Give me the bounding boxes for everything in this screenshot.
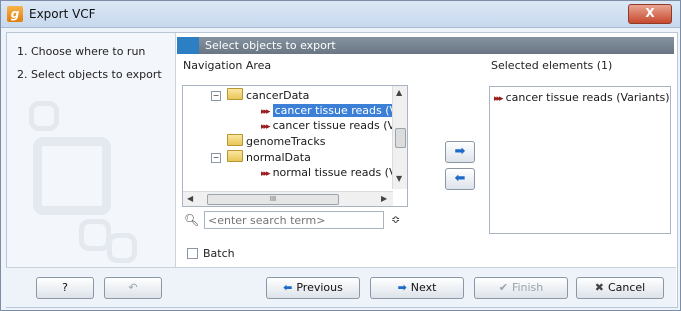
variant-track-icon: ▸▸▸ bbox=[261, 169, 270, 179]
scroll-thumb[interactable]: III bbox=[207, 194, 339, 205]
finish-button[interactable]: ✔ Finish bbox=[474, 277, 568, 299]
folder-icon bbox=[227, 88, 243, 100]
variant-track-icon: ▸▸▸ bbox=[494, 94, 503, 104]
tree-item-genometracks[interactable]: genomeTracks bbox=[227, 134, 325, 149]
batch-checkbox[interactable] bbox=[187, 248, 198, 259]
cancel-button-label: Cancel bbox=[607, 281, 646, 294]
decorative-square bbox=[29, 101, 59, 131]
scroll-right-icon[interactable]: ▶ bbox=[381, 194, 387, 203]
step-select-objects: 2. Select objects to export bbox=[17, 68, 162, 81]
tree-item-cancerdata[interactable]: − cancerData bbox=[211, 88, 310, 103]
navigation-area-label: Navigation Area bbox=[183, 59, 272, 72]
scroll-down-icon[interactable]: ▼ bbox=[396, 174, 402, 183]
tree-item-normal-reads[interactable]: ▸▸▸ normal tissue reads (Varia bbox=[261, 165, 408, 180]
previous-button[interactable]: ⬅ Previous bbox=[266, 277, 360, 299]
search-icon[interactable]: 🔍︎ bbox=[184, 213, 199, 227]
export-vcf-dialog: g Export VCF X 1. Choose where to run 2.… bbox=[0, 0, 681, 311]
panel-header-title: Select objects to export bbox=[205, 39, 336, 52]
selected-item[interactable]: ▸▸▸ cancer tissue reads (Variants) bbox=[494, 90, 670, 105]
decorative-square bbox=[79, 219, 111, 251]
cancel-button[interactable]: ✖ Cancel bbox=[576, 277, 664, 299]
search-input[interactable] bbox=[204, 211, 384, 229]
panel-header-accent bbox=[177, 37, 199, 54]
variant-track-icon: ▸▸▸ bbox=[261, 122, 270, 132]
scroll-thumb[interactable] bbox=[395, 128, 406, 148]
add-to-selected-button[interactable]: ➡ bbox=[445, 141, 475, 163]
tree-vertical-scrollbar[interactable]: ▲ ▼ bbox=[392, 86, 407, 189]
folder-icon bbox=[227, 150, 243, 162]
next-button-label: Next bbox=[410, 281, 437, 294]
panel-header: Select objects to export bbox=[177, 37, 674, 54]
step-choose-where-to-run: 1. Choose where to run bbox=[17, 45, 146, 58]
tree-item-label: normal tissue reads (Varia bbox=[272, 166, 408, 179]
dialog-footer: ? ↶ ⬅ Previous ➡ Next ✔ Finish ✖ Cancel bbox=[6, 267, 676, 307]
tree-item-label: genomeTracks bbox=[246, 135, 326, 148]
folder-icon bbox=[227, 134, 243, 146]
selected-item-label: cancer tissue reads (Variants) bbox=[505, 91, 670, 104]
collapse-icon[interactable]: − bbox=[211, 153, 221, 163]
wizard-steps-panel: 1. Choose where to run 2. Select objects… bbox=[7, 33, 176, 267]
check-icon: ✔ bbox=[498, 281, 508, 294]
decorative-square bbox=[33, 137, 111, 215]
tree-item-label: cancerData bbox=[246, 89, 310, 102]
tree-item-cancer-reads-1[interactable]: ▸▸▸ cancer tissue reads (Varia bbox=[261, 103, 407, 118]
clc-logo-icon: g bbox=[7, 6, 23, 22]
batch-label: Batch bbox=[203, 247, 235, 260]
decorative-square bbox=[107, 233, 137, 263]
search-bar: 🔍︎ ≎ bbox=[182, 211, 406, 231]
tree-item-label: normalData bbox=[246, 151, 311, 164]
selected-elements-list[interactable]: ▸▸▸ cancer tissue reads (Variants) bbox=[489, 86, 671, 234]
previous-button-label: Previous bbox=[296, 281, 343, 294]
window-title: Export VCF bbox=[29, 7, 96, 21]
tree-item-normaldata[interactable]: − normalData bbox=[211, 150, 311, 165]
navigation-tree[interactable]: − cancerData ▸▸▸ cancer tissue reads (Var… bbox=[182, 85, 408, 207]
tree-horizontal-scrollbar[interactable]: ◀ III ▶ bbox=[183, 191, 393, 206]
title-bar: g Export VCF X bbox=[1, 1, 680, 28]
next-button[interactable]: ➡ Next bbox=[370, 277, 464, 299]
collapse-all-icon[interactable]: ≎ bbox=[391, 213, 400, 226]
tree-item-label: cancer tissue reads (Varia bbox=[272, 119, 408, 132]
arrow-right-icon: ➡ bbox=[397, 281, 407, 294]
close-button[interactable]: X bbox=[628, 4, 672, 24]
arrow-left-icon: ⬅ bbox=[283, 281, 293, 294]
remove-from-selected-button[interactable]: ⬅ bbox=[445, 168, 475, 190]
restore-icon: ↶ bbox=[128, 281, 138, 294]
help-button[interactable]: ? bbox=[36, 277, 94, 299]
selected-elements-label: Selected elements (1) bbox=[491, 59, 613, 72]
scroll-up-icon[interactable]: ▲ bbox=[396, 88, 402, 97]
tree-item-cancer-reads-2[interactable]: ▸▸▸ cancer tissue reads (Varia bbox=[261, 118, 408, 133]
tree-item-label: cancer tissue reads (Varia bbox=[272, 104, 407, 117]
restore-defaults-button[interactable]: ↶ bbox=[104, 277, 162, 299]
collapse-icon[interactable]: − bbox=[211, 91, 221, 101]
finish-button-label: Finish bbox=[511, 281, 544, 294]
scroll-left-icon[interactable]: ◀ bbox=[187, 194, 193, 203]
cancel-x-icon: ✖ bbox=[594, 281, 604, 294]
